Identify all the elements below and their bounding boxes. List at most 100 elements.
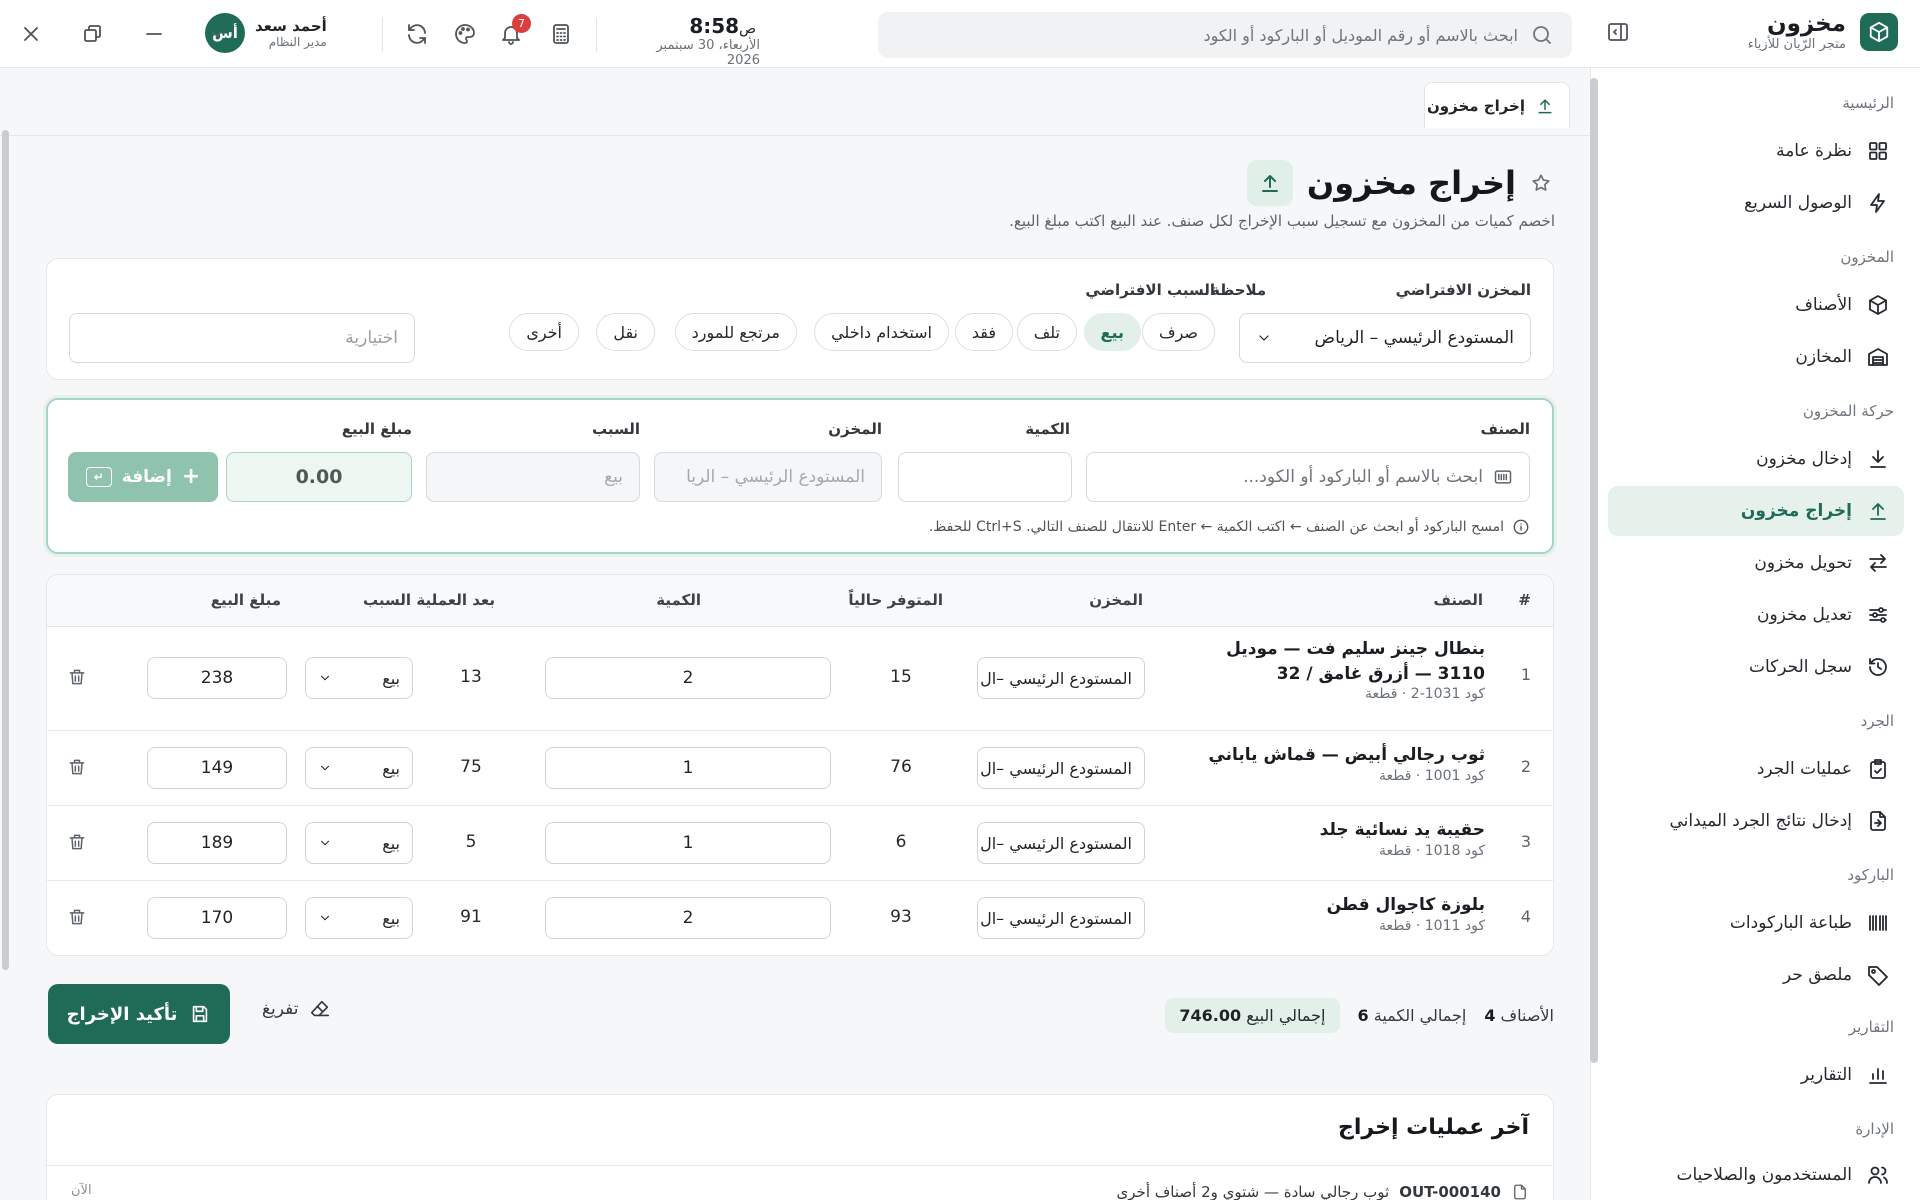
reason-chip-return-supplier[interactable]: مرتجع للمورد bbox=[674, 313, 797, 351]
qty-input[interactable] bbox=[898, 452, 1072, 502]
download-icon bbox=[1866, 447, 1890, 471]
row-qty-input[interactable]: 2 bbox=[545, 897, 831, 939]
col-available: المتوفر حالياً bbox=[848, 591, 943, 609]
row-number: 4 bbox=[1520, 907, 1531, 926]
note-input[interactable]: اختيارية bbox=[69, 313, 415, 363]
entry-warehouse-label: المخزن bbox=[828, 420, 882, 438]
items-table: # الصنف المخزن المتوفر حالياً الكمية بعد… bbox=[46, 574, 1554, 956]
defaults-card: المخزن الافتراضي المستودع الرئيسي – الري… bbox=[46, 258, 1554, 380]
row-price-input[interactable]: 149 bbox=[147, 747, 287, 789]
col-warehouse: المخزن bbox=[1089, 591, 1143, 609]
minimize-icon[interactable] bbox=[142, 22, 166, 46]
sidebar-item-history[interactable]: سجل الحركات bbox=[1608, 642, 1904, 692]
sidebar-item-stock-in[interactable]: إدخال مخزون bbox=[1608, 434, 1904, 484]
trash-icon[interactable] bbox=[67, 757, 87, 777]
recent-title: آخر عمليات إخراج bbox=[1338, 1115, 1529, 1140]
row-after: 5 bbox=[465, 832, 477, 852]
global-search[interactable]: ابحث بالاسم أو رقم الموديل أو الباركود أ… bbox=[878, 12, 1572, 58]
sidebar-item-quick-access[interactable]: الوصول السريع bbox=[1608, 178, 1904, 228]
row-qty-input[interactable]: 2 bbox=[545, 657, 831, 699]
row-price-input[interactable]: 189 bbox=[147, 822, 287, 864]
row-qty-input[interactable]: 1 bbox=[545, 822, 831, 864]
page-header: إخراج مخزون bbox=[1246, 160, 1562, 206]
row-item: حقيبة يد نسائية جلد كود 1018 · قطعة bbox=[1185, 818, 1485, 859]
confirm-button[interactable]: تأكيد الإخراج bbox=[48, 984, 230, 1044]
tab-label: إخراج مخزون bbox=[1426, 96, 1525, 115]
row-reason-select[interactable]: بيع bbox=[305, 822, 413, 864]
item-search-placeholder: ابحث بالاسم أو الباركود أو الكود... bbox=[1243, 467, 1483, 487]
restore-icon[interactable] bbox=[80, 22, 104, 46]
palette-icon[interactable] bbox=[453, 22, 477, 46]
calculator-icon[interactable] bbox=[549, 22, 573, 46]
summary-total-label: إجمالي البيع bbox=[1246, 1006, 1326, 1025]
row-reason-select[interactable]: بيع bbox=[305, 657, 413, 699]
star-icon[interactable] bbox=[1530, 172, 1552, 194]
sidebar-item-warehouses[interactable]: المخازن bbox=[1608, 332, 1904, 382]
row-warehouse-select[interactable]: المستودع الرئيسي –ال bbox=[977, 897, 1145, 939]
info-icon bbox=[1512, 518, 1530, 536]
reason-chip-transfer[interactable]: نقل bbox=[596, 313, 655, 351]
brand[interactable]: مخزون متجر الرّيان للأزياء bbox=[1748, 11, 1898, 52]
scrollbar[interactable] bbox=[1590, 68, 1598, 1200]
clock-date: الأربعاء، 30 سبتمبر 2026 bbox=[656, 38, 760, 68]
sidebar-item-stock-out[interactable]: إخراج مخزون bbox=[1608, 486, 1904, 536]
left-scrollbar-thumb[interactable] bbox=[2, 130, 9, 970]
chevron-down-icon[interactable] bbox=[208, 25, 226, 43]
chevron-down-icon bbox=[318, 761, 332, 775]
upload-icon bbox=[1246, 160, 1293, 206]
refresh-icon[interactable] bbox=[405, 22, 429, 46]
clear-button[interactable]: تفريغ bbox=[262, 998, 331, 1020]
col-item: الصنف bbox=[1433, 591, 1483, 609]
search-placeholder: ابحث بالاسم أو رقم الموديل أو الباركود أ… bbox=[1203, 25, 1518, 45]
row-warehouse-select[interactable]: المستودع الرئيسي –ال bbox=[977, 657, 1145, 699]
row-reason-select[interactable]: بيع bbox=[305, 897, 413, 939]
sidebar-item-users[interactable]: المستخدمون والصلاحيات bbox=[1608, 1150, 1904, 1200]
reason-chip-internal-use[interactable]: استخدام داخلي bbox=[814, 313, 949, 351]
sidebar-item-print-barcodes[interactable]: طباعة الباركودات bbox=[1608, 898, 1904, 948]
sidebar-item-field-count[interactable]: إدخال نتائج الجرد الميداني bbox=[1608, 796, 1904, 846]
reason-chip-other[interactable]: أخرى bbox=[509, 313, 579, 351]
recent-row[interactable]: OUT-000140 ثوب رجالي سادة — شتوي و2 أصنا… bbox=[1117, 1183, 1529, 1200]
sidebar-toggle-icon[interactable] bbox=[1606, 20, 1630, 44]
trash-icon[interactable] bbox=[67, 667, 87, 687]
row-reason-select[interactable]: بيع bbox=[305, 747, 413, 789]
sidebar-item-stocktake[interactable]: عمليات الجرد bbox=[1608, 744, 1904, 794]
row-qty-input[interactable]: 1 bbox=[545, 747, 831, 789]
sidebar-item-transfer[interactable]: تحويل مخزون bbox=[1608, 538, 1904, 588]
item-search-input[interactable]: ابحث بالاسم أو الباركود أو الكود... bbox=[1086, 452, 1530, 502]
trash-icon[interactable] bbox=[67, 907, 87, 927]
entry-reason-input[interactable]: بيع bbox=[426, 452, 640, 502]
sidebar-item-free-label[interactable]: ملصق حر bbox=[1608, 950, 1904, 1000]
reason-chip-disburse[interactable]: صرف bbox=[1142, 313, 1215, 351]
row-available: 15 bbox=[890, 667, 912, 687]
add-button[interactable]: + إضافة ↵ bbox=[68, 452, 218, 502]
item-name: حقيبة يد نسائية جلد bbox=[1319, 820, 1485, 840]
sidebar-item-label: إدخال مخزون bbox=[1756, 449, 1852, 469]
row-price-input[interactable]: 170 bbox=[147, 897, 287, 939]
row-item: بلوزة كاجوال قطن كود 1011 · قطعة bbox=[1185, 893, 1485, 934]
sidebar-item-items[interactable]: الأصناف bbox=[1608, 280, 1904, 330]
default-warehouse-select[interactable]: المستودع الرئيسي – الرياض bbox=[1239, 313, 1531, 363]
sidebar-item-reports[interactable]: التقارير bbox=[1608, 1050, 1904, 1100]
sidebar-item-overview[interactable]: نظرة عامة bbox=[1608, 126, 1904, 176]
bell-icon[interactable]: 7 bbox=[499, 14, 531, 46]
sidebar-section-title: التقارير bbox=[1848, 1018, 1894, 1036]
reason-chip-sale[interactable]: بيع bbox=[1083, 313, 1141, 351]
sidebar-item-adjust[interactable]: تعديل مخزون bbox=[1608, 590, 1904, 640]
row-warehouse-select[interactable]: المستودع الرئيسي –ال bbox=[977, 822, 1145, 864]
scrollbar-thumb[interactable] bbox=[1590, 78, 1598, 1063]
row-price-input[interactable]: 238 bbox=[147, 657, 287, 699]
close-icon[interactable] bbox=[19, 22, 43, 46]
sidebar-item-label: طباعة الباركودات bbox=[1729, 913, 1852, 933]
price-input[interactable]: 0.00 bbox=[226, 452, 412, 502]
note-label: ملاحظة bbox=[1211, 281, 1267, 299]
tag-icon bbox=[1866, 963, 1890, 987]
reason-chip-loss[interactable]: فقد bbox=[954, 313, 1013, 351]
summary-items-value: 4 bbox=[1484, 1006, 1496, 1025]
reason-chip-damage[interactable]: تلف bbox=[1016, 313, 1077, 351]
entry-warehouse-input[interactable]: المستودع الرئيسي – الريا bbox=[654, 452, 882, 502]
tab-stock-out[interactable]: إخراج مخزون bbox=[1424, 82, 1570, 128]
trash-icon[interactable] bbox=[67, 832, 87, 852]
row-warehouse-select[interactable]: المستودع الرئيسي –ال bbox=[977, 747, 1145, 789]
row-number: 3 bbox=[1520, 832, 1531, 851]
